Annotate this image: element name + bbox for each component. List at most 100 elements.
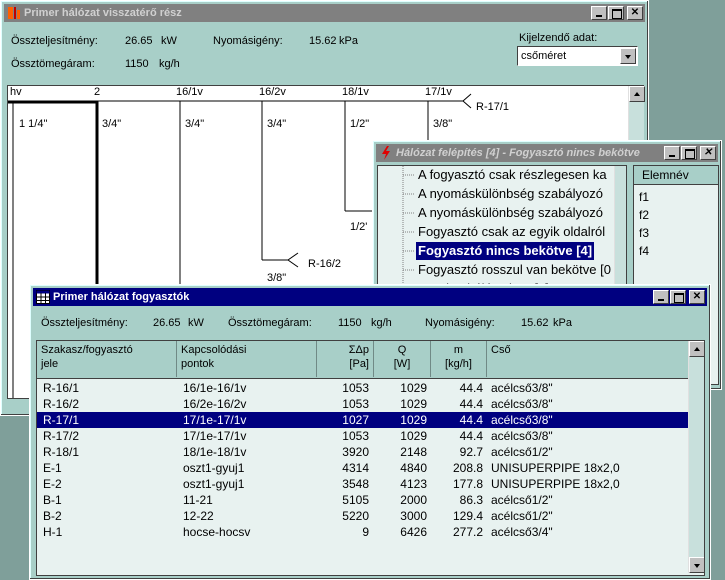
table-cell: B-1 xyxy=(43,493,62,507)
table-row[interactable]: R-16/2 16/2e-16/2v 1053 1029 44.4 acélcső3/8" xyxy=(37,396,688,412)
table-cell: R-18/1 xyxy=(43,445,80,459)
table-cell: acélcső1/2" xyxy=(491,493,553,507)
table-cell: 92.7 xyxy=(459,445,483,459)
table-cell: 4314 xyxy=(342,461,369,475)
table-row[interactable]: E-1 oszt1-gyuj1 4314 4840 208.8 UNISUPERPIPE … xyxy=(37,460,688,476)
pipe-size-label: 3/8" xyxy=(267,272,287,284)
display-data-value: csőméret xyxy=(521,50,567,62)
tree-item[interactable]: Fogyasztó rosszul van bekötve [0 xyxy=(418,261,611,279)
table-cell: 44.4 xyxy=(459,429,483,443)
column-header-segment[interactable]: Szakasz/fogyasztó jele xyxy=(37,341,177,377)
table-row[interactable]: H-1 hocse-hocsv 9 6426 277.2 acélcső3/4" xyxy=(37,524,688,540)
element-item[interactable]: f2 xyxy=(639,208,649,222)
table-row-selected[interactable]: R-17/1 17/1e-17/1v 1027 1029 44.4 acélcső3/8" xyxy=(37,412,688,428)
table-cell: 11-21 xyxy=(183,493,213,507)
table-cell: acélcső3/4" xyxy=(491,525,553,539)
table-row[interactable]: B-1 11-21 5105 2000 86.3 acélcső1/2" xyxy=(37,492,688,508)
table-cell: 1029 xyxy=(400,429,427,443)
close-button[interactable]: ✕ xyxy=(700,146,716,160)
consumers-titlebar[interactable]: Primer hálózat fogyasztók ✕ xyxy=(33,288,707,306)
display-data-select[interactable]: csőméret xyxy=(517,46,638,66)
network-diagram-titlebar[interactable]: Primer hálózat visszatérő rész ✕ xyxy=(4,4,645,22)
table-cell: 3920 xyxy=(342,445,369,459)
table-cell: acélcső3/8" xyxy=(491,381,553,395)
table-cell: oszt1-gyuj1 xyxy=(183,461,245,475)
table-row[interactable]: B-2 12-22 5220 3000 129.4 acélcső1/2" xyxy=(37,508,688,524)
table-cell: 18/1e-18/1v xyxy=(183,445,247,459)
tree-item[interactable]: Fogyasztó csak az egyik oldalról xyxy=(418,223,605,241)
table-cell: acélcső1/2" xyxy=(491,445,553,459)
scroll-up-button[interactable] xyxy=(689,341,704,357)
total-mass-label: Össztömegáram: xyxy=(228,317,312,329)
table-row[interactable]: R-18/1 18/1e-18/1v 3920 2148 92.7 acélcső1/2" xyxy=(37,444,688,460)
column-header-m[interactable]: m [kg/h] xyxy=(431,341,487,377)
total-power-label: Összteljesítmény: xyxy=(41,317,128,329)
pipe-size-label: 1/2' xyxy=(350,221,368,233)
table-cell: 5105 xyxy=(342,493,369,507)
node-label: 16/1v xyxy=(176,86,203,98)
consumers-table[interactable]: Szakasz/fogyasztó jele Kapcsolódási pontok… xyxy=(36,340,705,576)
element-item[interactable]: f4 xyxy=(639,244,649,258)
table-cell: 1029 xyxy=(400,397,427,411)
tree-item-selected[interactable]: Fogyasztó nincs bekötve [4] xyxy=(416,242,595,260)
table-cell: 4123 xyxy=(400,477,427,491)
pipe-size-label: 3/4" xyxy=(102,118,122,130)
element-item[interactable]: f1 xyxy=(639,190,649,204)
close-icon: ✕ xyxy=(703,147,713,158)
table-cell: 17/1e-17/1v xyxy=(183,429,247,443)
column-header-q[interactable]: Q [W] xyxy=(374,341,431,377)
table-row[interactable]: R-16/1 16/1e-16/1v 1053 1029 44.4 acélcső3/8" xyxy=(37,380,688,396)
tree-item[interactable]: A fogyasztó csak részlegesen ka xyxy=(418,166,607,184)
node-label: hv xyxy=(10,86,22,98)
table-cell: 1053 xyxy=(342,429,369,443)
consumer-label-r162: R-16/2 xyxy=(308,258,342,270)
chevron-down-icon[interactable] xyxy=(620,48,636,64)
table-cell: 2000 xyxy=(400,493,427,507)
pressure-label: Nyomásigény: xyxy=(425,317,495,329)
total-power-unit: kW xyxy=(161,35,177,47)
pipe-size-label: 3/4" xyxy=(185,118,205,130)
scroll-up-button[interactable] xyxy=(629,86,645,102)
table-cell: acélcső3/8" xyxy=(491,413,553,427)
maximize-button[interactable] xyxy=(670,290,686,304)
close-icon: ✕ xyxy=(630,7,640,18)
table-cell: 4840 xyxy=(400,461,427,475)
maximize-button[interactable] xyxy=(608,6,624,20)
close-button[interactable]: ✕ xyxy=(627,6,643,20)
scroll-down-button[interactable] xyxy=(689,557,704,573)
close-button[interactable]: ✕ xyxy=(689,290,705,304)
table-row[interactable]: E-2 oszt1-gyuj1 3548 4123 177.8 UNISUPERPIPE … xyxy=(37,476,688,492)
table-cell: UNISUPERPIPE 18x2,0 xyxy=(491,477,620,491)
minimize-button[interactable] xyxy=(653,290,669,304)
total-mass-value: 1150 xyxy=(125,58,149,70)
column-header-points[interactable]: Kapcsolódási pontok xyxy=(177,341,317,377)
node-label: 18/1v xyxy=(342,86,369,98)
maximize-button[interactable] xyxy=(681,146,697,160)
consumers-window: Primer hálózat fogyasztók ✕ Összteljesít… xyxy=(29,284,711,580)
table-cell: 208.8 xyxy=(452,461,483,475)
minimize-button[interactable] xyxy=(664,146,680,160)
node-label: 17/1v xyxy=(425,86,452,98)
element-item[interactable]: f3 xyxy=(639,226,649,240)
column-header-dp[interactable]: ΣΔp [Pa] xyxy=(317,341,374,377)
column-header-pipe[interactable]: Cső xyxy=(487,341,694,377)
pressure-value: 15.62 xyxy=(309,35,337,47)
table-row[interactable]: R-17/2 17/1e-17/1v 1053 1029 44.4 acélcső3/8" xyxy=(37,428,688,444)
pipe-size-label: 1 1/4" xyxy=(19,118,48,130)
table-cell: 12-22 xyxy=(183,509,214,523)
tree-item[interactable]: A nyomáskülönbség szabályozó xyxy=(418,204,603,222)
element-list-header[interactable]: Elemnév xyxy=(634,166,718,185)
table-cell: R-16/2 xyxy=(43,397,80,411)
display-data-label: Kijelzendő adat: xyxy=(519,32,598,44)
table-cell: R-17/2 xyxy=(43,429,80,443)
table-cell: 1053 xyxy=(342,381,369,395)
tree-item[interactable]: A nyomáskülönbség szabályozó xyxy=(418,185,603,203)
pressure-label: Nyomásigény: xyxy=(213,35,283,47)
table-cell: oszt1-gyuj1 xyxy=(183,477,245,491)
table-vscroll[interactable] xyxy=(688,341,704,573)
total-power-unit: kW xyxy=(188,317,204,329)
minimize-button[interactable] xyxy=(591,6,607,20)
network-app-icon xyxy=(8,7,20,19)
total-mass-unit: kg/h xyxy=(371,317,392,329)
network-structure-titlebar[interactable]: Hálózat felépítés [4] - Fogyasztó nincs … xyxy=(376,144,718,162)
